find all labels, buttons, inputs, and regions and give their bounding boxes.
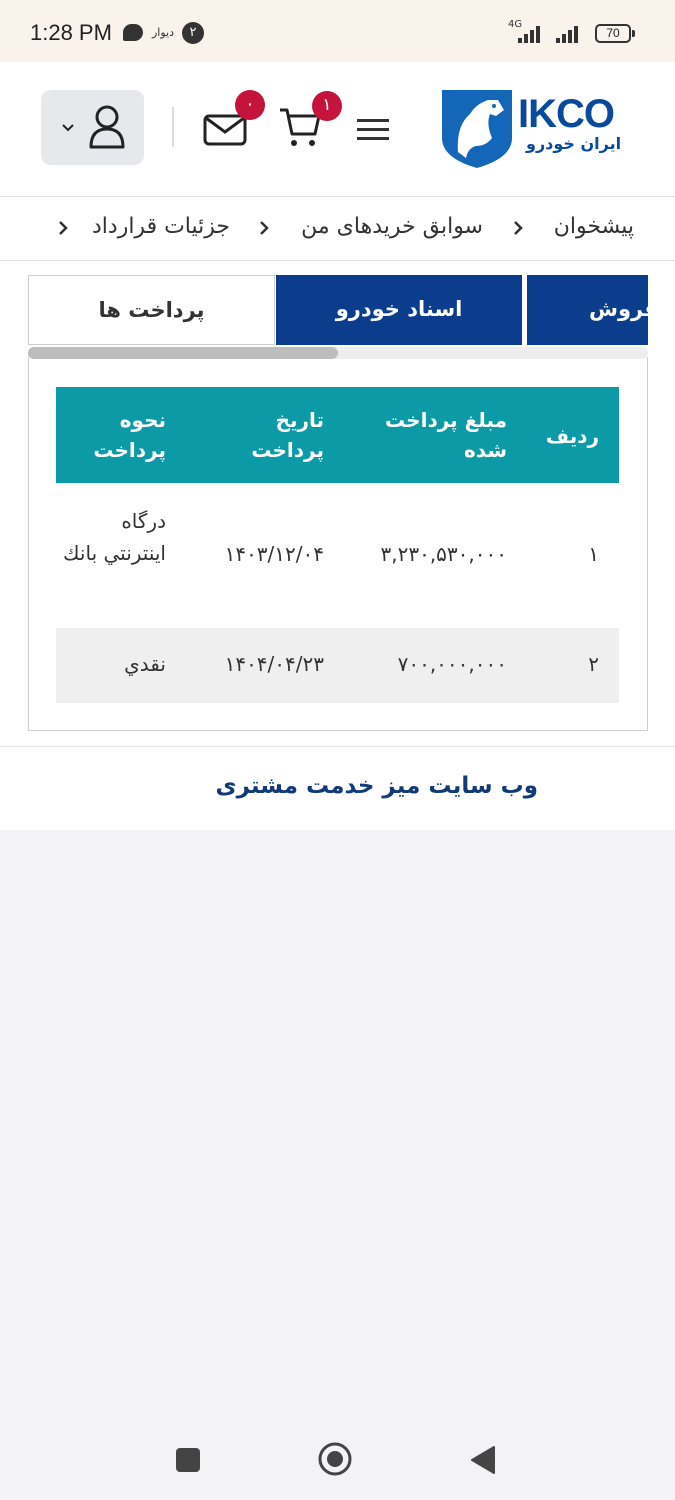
hamburger-menu-button[interactable]	[356, 118, 390, 146]
home-button[interactable]	[317, 1441, 353, 1477]
cart-button[interactable]: ۱	[278, 91, 342, 154]
mail-button[interactable]: ۰	[203, 90, 265, 152]
tab-sales[interactable]: فروش	[525, 275, 648, 345]
mail-icon	[203, 114, 247, 146]
cell-row-number: ۱	[588, 542, 599, 566]
battery-icon: 70	[595, 24, 635, 43]
table-header: ردیف مبلغ پرداخت شده تاریخ پرداخت نحوه پ…	[56, 387, 619, 483]
tab-vehicle-documents[interactable]: اسناد خودرو	[276, 275, 522, 345]
chevron-right-icon	[260, 221, 269, 235]
app-header: ۰ ۱ IKCO ایران خودرو	[0, 62, 675, 197]
menu-icon	[357, 119, 389, 140]
cell-amount: ۷۰۰,۰۰۰,۰۰۰	[397, 652, 507, 676]
chevron-down-icon	[62, 124, 74, 132]
breadcrumb-item-contract-details[interactable]: جزئیات قرارداد	[92, 214, 230, 239]
status-notification-badge: ۲	[182, 22, 204, 44]
signal-icon-2	[556, 25, 586, 43]
system-nav-bar	[0, 1420, 675, 1500]
cart-count-badge: ۱	[312, 91, 342, 121]
chevron-right-icon	[59, 221, 68, 235]
chat-notification-icon	[123, 24, 143, 41]
cell-method: درگاه اینترنتي بانك	[63, 509, 166, 565]
customer-service-link[interactable]: وب سایت میز خدمت مشتری	[216, 773, 538, 799]
tab-bar: پرداخت ها اسناد خودرو فروش	[28, 275, 648, 345]
breadcrumb-item-dashboard[interactable]: پیشخوان	[554, 214, 634, 239]
cell-row-number: ۲	[588, 652, 599, 676]
cell-date: ۱۴۰۴/۰۴/۲۳	[224, 652, 324, 676]
cell-amount: ۳,۲۳۰,۵۳۰,۰۰۰	[380, 542, 508, 566]
back-button[interactable]	[468, 1445, 496, 1475]
breadcrumb: پیشخوان سوابق خریدهای من جزئیات قرارداد	[0, 197, 675, 261]
user-menu-button[interactable]	[41, 90, 144, 165]
chevron-right-icon	[514, 221, 523, 235]
table-row: ۲ ۷۰۰,۰۰۰,۰۰۰ ۱۴۰۴/۰۴/۲۳ نقدي	[56, 628, 619, 703]
signal-icon	[518, 25, 548, 43]
footer: وب سایت میز خدمت مشتری	[0, 746, 675, 830]
ikco-logo[interactable]	[440, 86, 514, 174]
header-amount: مبلغ پرداخت شده	[385, 408, 507, 462]
user-icon	[89, 105, 125, 149]
mail-count-badge: ۰	[235, 90, 265, 120]
logo-subtext: ایران خودرو	[526, 134, 622, 153]
breadcrumb-item-purchases[interactable]: سوابق خریدهای من	[301, 214, 483, 239]
status-time: 1:28 PM	[30, 20, 112, 45]
header-method: نحوه پرداخت	[93, 408, 166, 462]
recents-button[interactable]	[175, 1447, 201, 1473]
status-bar: 1:28 PM دیوار ۲ 4G 70	[0, 0, 675, 62]
header-divider	[172, 107, 174, 147]
table-row: ۱ ۳,۲۳۰,۵۳۰,۰۰۰ ۱۴۰۳/۱۲/۰۴ درگاه اینترنت…	[56, 483, 619, 628]
horse-shield-icon	[442, 90, 512, 168]
cell-date: ۱۴۰۳/۱۲/۰۴	[224, 542, 324, 566]
cell-method: نقدي	[124, 652, 166, 676]
status-app-label: دیوار	[152, 26, 175, 39]
tab-payments[interactable]: پرداخت ها	[28, 275, 275, 345]
logo-text: IKCO	[518, 92, 615, 136]
header-date: تاریخ پرداخت	[251, 408, 324, 462]
header-row-number: ردیف	[545, 424, 599, 448]
